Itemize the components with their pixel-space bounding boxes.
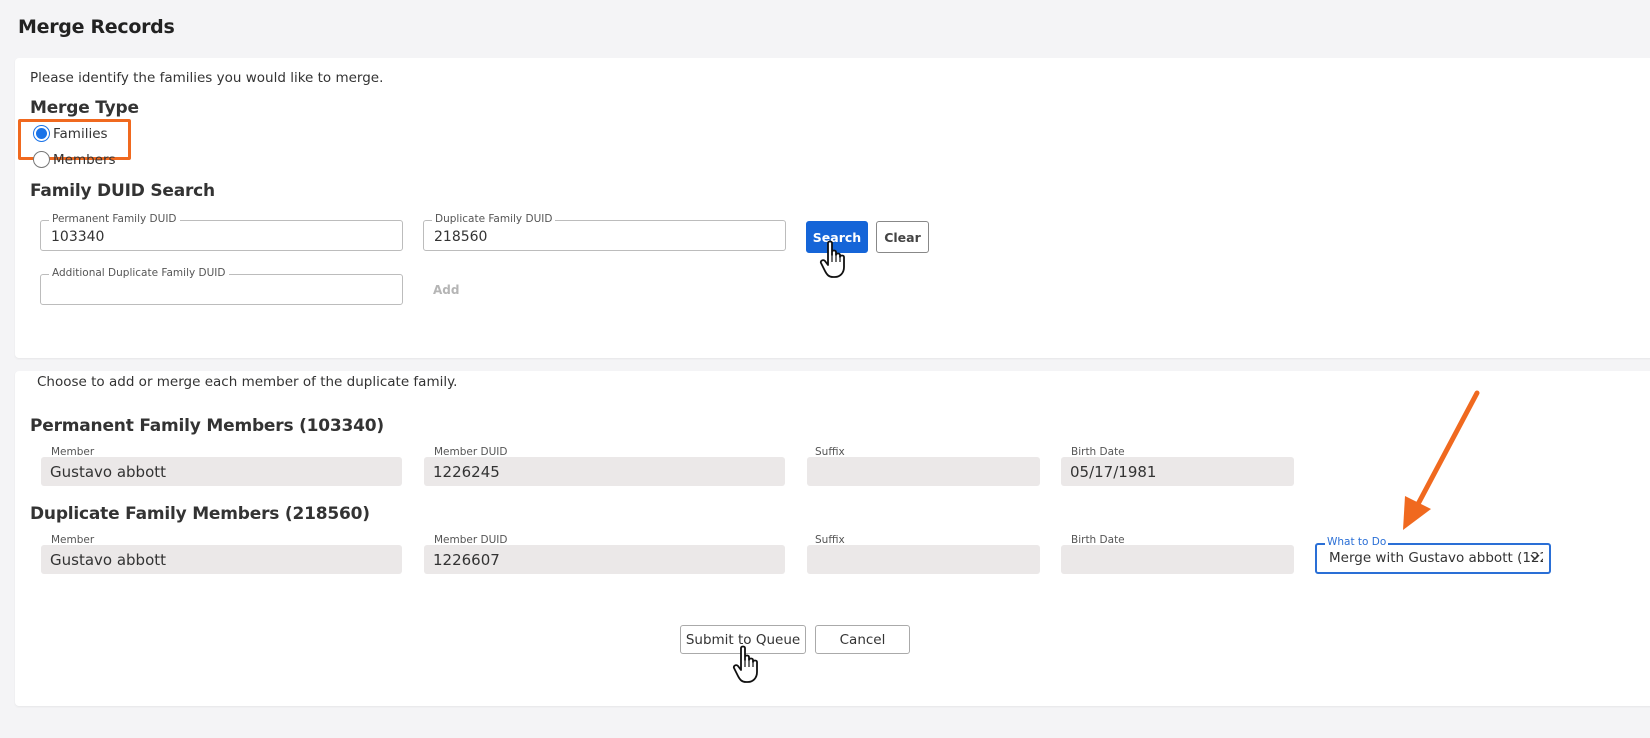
permanent-birth-date-label: Birth Date <box>1071 446 1125 458</box>
permanent-member-duid-label: Member DUID <box>434 446 508 458</box>
permanent-members-heading: Permanent Family Members (103340) <box>30 416 384 436</box>
radio-members-control[interactable] <box>33 151 50 168</box>
duplicate-birth-date-label: Birth Date <box>1071 534 1125 546</box>
duplicate-member-value: Gustavo abbott <box>50 551 167 569</box>
what-to-do-select[interactable]: What to Do Merge with Gustavo abbott (12… <box>1315 536 1551 574</box>
annotation-arrow-icon <box>1403 390 1480 530</box>
chevron-down-icon <box>1530 554 1540 561</box>
duplicate-family-duid-field[interactable]: Duplicate Family DUID 218560 <box>423 213 786 251</box>
duplicate-member-duid-field: Member DUID 1226607 <box>424 534 785 574</box>
permanent-suffix-field: Suffix <box>807 446 1040 486</box>
family-search-card <box>15 58 1650 358</box>
members-intro: Choose to add or merge each member of th… <box>37 374 458 390</box>
what-to-do-label: What to Do <box>1325 536 1389 548</box>
cancel-button[interactable]: Cancel <box>815 625 910 654</box>
add-button[interactable]: Add <box>433 283 459 297</box>
duplicate-birth-date-field: Birth Date <box>1061 534 1294 574</box>
permanent-family-duid-value: 103340 <box>51 229 105 245</box>
permanent-family-duid-label: Permanent Family DUID <box>49 213 180 225</box>
duplicate-member-label: Member <box>51 534 95 546</box>
duplicate-members-heading: Duplicate Family Members (218560) <box>30 504 370 524</box>
radio-families-control[interactable] <box>33 125 50 142</box>
radio-families-label: Families <box>53 125 108 142</box>
duplicate-member-duid-label: Member DUID <box>434 534 508 546</box>
radio-families[interactable]: Families <box>33 125 108 142</box>
permanent-member-label: Member <box>51 446 95 458</box>
duplicate-member-field: Member Gustavo abbott <box>41 534 402 574</box>
families-intro: Please identify the families you would l… <box>30 70 384 86</box>
duplicate-member-duid-value: 1226607 <box>433 551 500 569</box>
hand-cursor-icon <box>732 645 758 683</box>
permanent-suffix-label: Suffix <box>815 446 845 458</box>
what-to-do-value: Merge with Gustavo abbott (1226245) <box>1329 550 1543 566</box>
permanent-birth-date-value: 05/17/1981 <box>1070 463 1157 481</box>
permanent-family-duid-field[interactable]: Permanent Family DUID 103340 <box>40 213 403 251</box>
permanent-member-field: Member Gustavo abbott <box>41 446 402 486</box>
permanent-member-value: Gustavo abbott <box>50 463 167 481</box>
family-duid-search-heading: Family DUID Search <box>30 181 215 201</box>
hand-cursor-icon <box>819 240 845 278</box>
merge-type-heading: Merge Type <box>30 98 139 118</box>
additional-duplicate-family-duid-label: Additional Duplicate Family DUID <box>49 267 229 279</box>
radio-members-label: Members <box>53 151 116 168</box>
duplicate-suffix-field: Suffix <box>807 534 1040 574</box>
duplicate-family-duid-value: 218560 <box>434 229 488 245</box>
permanent-birth-date-field: Birth Date 05/17/1981 <box>1061 446 1294 486</box>
radio-members[interactable]: Members <box>33 151 116 168</box>
additional-duplicate-family-duid-field[interactable]: Additional Duplicate Family DUID <box>40 267 403 305</box>
permanent-member-duid-value: 1226245 <box>433 463 500 481</box>
duplicate-family-duid-label: Duplicate Family DUID <box>432 213 556 225</box>
clear-button[interactable]: Clear <box>876 221 929 253</box>
duplicate-suffix-label: Suffix <box>815 534 845 546</box>
page-title: Merge Records <box>18 16 175 38</box>
permanent-member-duid-field: Member DUID 1226245 <box>424 446 785 486</box>
